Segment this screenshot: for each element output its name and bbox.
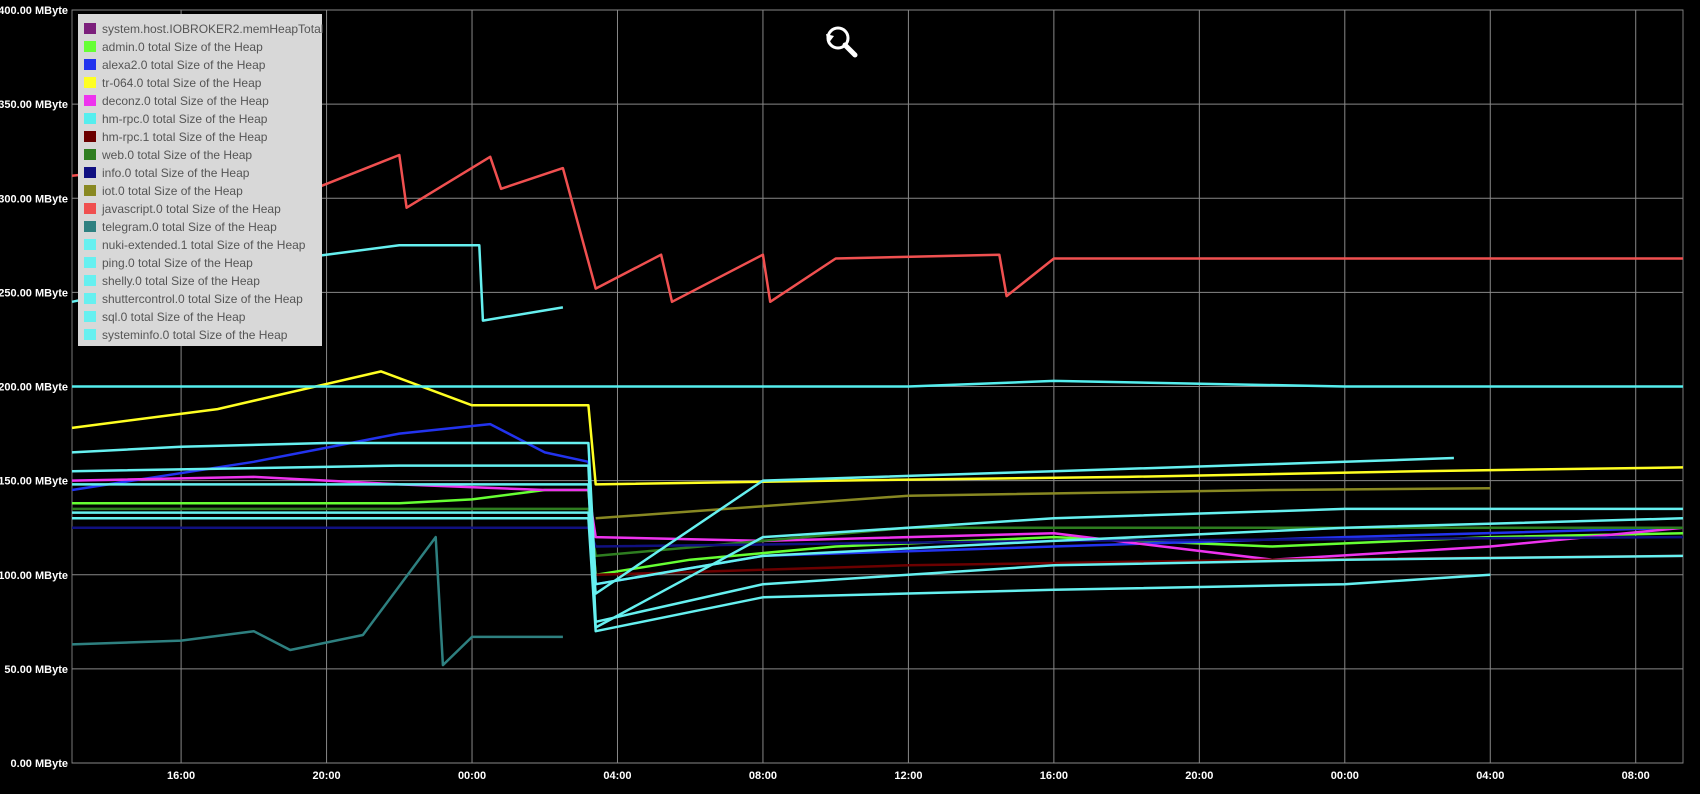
legend-item-label[interactable]: telegram.0 total Size of the Heap bbox=[102, 220, 277, 234]
legend-swatch bbox=[84, 239, 96, 250]
x-tick-label: 16:00 bbox=[1040, 770, 1068, 782]
legend-item-label[interactable]: tr-064.0 total Size of the Heap bbox=[102, 76, 262, 90]
y-tick-label: 200.00 MByte bbox=[0, 382, 68, 394]
y-tick-label: 100.00 MByte bbox=[0, 570, 68, 582]
x-tick-label: 04:00 bbox=[603, 770, 631, 782]
legend-item-label[interactable]: iot.0 total Size of the Heap bbox=[102, 184, 243, 198]
legend-swatch bbox=[84, 311, 96, 322]
x-tick-label: 00:00 bbox=[1331, 770, 1359, 782]
legend-swatch bbox=[84, 59, 96, 70]
legend[interactable]: system.host.IOBROKER2.memHeapTotal admin.… bbox=[78, 14, 323, 346]
legend-swatch bbox=[84, 329, 96, 340]
legend-swatch bbox=[84, 113, 96, 124]
legend-item-label[interactable]: sql.0 total Size of the Heap bbox=[102, 310, 246, 324]
legend-swatch bbox=[84, 257, 96, 268]
y-tick-label: 250.00 MByte bbox=[0, 287, 68, 299]
legend-item-label[interactable]: systeminfo.0 total Size of the Heap bbox=[102, 328, 288, 342]
legend-swatch bbox=[84, 95, 96, 106]
x-tick-label: 08:00 bbox=[749, 770, 777, 782]
legend-item-label[interactable]: system.host.IOBROKER2.memHeapTotal bbox=[102, 22, 323, 36]
legend-swatch bbox=[84, 149, 96, 160]
memory-heap-chart: 0.00 MByte 50.00 MByte 100.00 MByte 150.00 … bbox=[0, 0, 1700, 794]
legend-item-label[interactable]: alexa2.0 total Size of the Heap bbox=[102, 58, 266, 72]
legend-swatch bbox=[84, 23, 96, 34]
legend-item-label[interactable]: admin.0 total Size of the Heap bbox=[102, 40, 263, 54]
x-tick-label: 00:00 bbox=[458, 770, 486, 782]
legend-item-label[interactable]: deconz.0 total Size of the Heap bbox=[102, 94, 269, 108]
x-tick-label: 04:00 bbox=[1476, 770, 1504, 782]
legend-swatch bbox=[84, 293, 96, 304]
legend-swatch bbox=[84, 131, 96, 142]
legend-item-label[interactable]: hm-rpc.1 total Size of the Heap bbox=[102, 130, 268, 144]
legend-item-label[interactable]: nuki-extended.1 total Size of the Heap bbox=[102, 238, 306, 252]
legend-swatch bbox=[84, 275, 96, 286]
y-tick-label: 150.00 MByte bbox=[0, 476, 68, 488]
legend-item-label[interactable]: shelly.0 total Size of the Heap bbox=[102, 274, 260, 288]
x-tick-label: 12:00 bbox=[894, 770, 922, 782]
legend-swatch bbox=[84, 167, 96, 178]
legend-swatch bbox=[84, 221, 96, 232]
y-tick-label: 350.00 MByte bbox=[0, 99, 68, 111]
y-tick-label: 400.00 MByte bbox=[0, 5, 68, 17]
y-tick-label: 0.00 MByte bbox=[11, 758, 68, 770]
legend-swatch bbox=[84, 203, 96, 214]
x-tick-label: 16:00 bbox=[167, 770, 195, 782]
x-tick-label: 20:00 bbox=[1185, 770, 1213, 782]
legend-item-label[interactable]: info.0 total Size of the Heap bbox=[102, 166, 250, 180]
x-tick-label: 08:00 bbox=[1622, 770, 1650, 782]
legend-item-label[interactable]: shuttercontrol.0 total Size of the Heap bbox=[102, 292, 303, 306]
legend-item-label[interactable]: hm-rpc.0 total Size of the Heap bbox=[102, 112, 268, 126]
x-tick-label: 20:00 bbox=[312, 770, 340, 782]
legend-item-label[interactable]: ping.0 total Size of the Heap bbox=[102, 256, 253, 270]
legend-swatch bbox=[84, 77, 96, 88]
legend-swatch bbox=[84, 185, 96, 196]
legend-swatch bbox=[84, 41, 96, 52]
legend-item-label[interactable]: javascript.0 total Size of the Heap bbox=[101, 202, 281, 216]
y-tick-label: 300.00 MByte bbox=[0, 193, 68, 205]
y-tick-label: 50.00 MByte bbox=[4, 664, 68, 676]
legend-item-label[interactable]: web.0 total Size of the Heap bbox=[101, 148, 252, 162]
